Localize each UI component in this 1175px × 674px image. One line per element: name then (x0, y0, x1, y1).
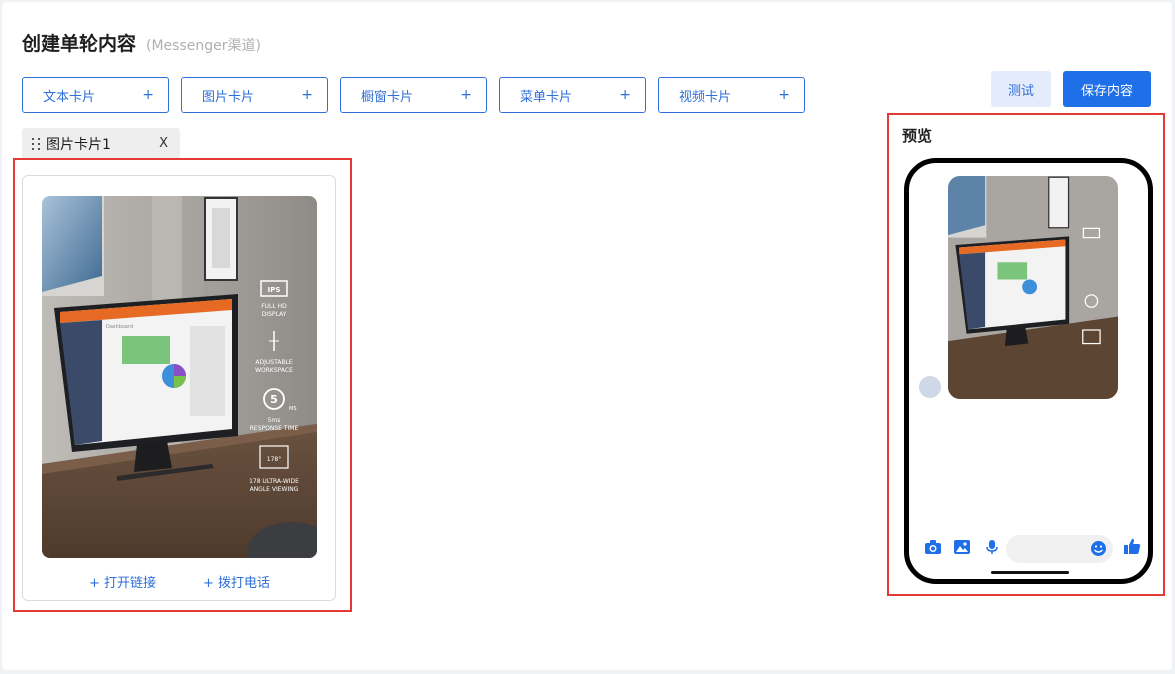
five-ms-text: 5ms (268, 417, 281, 424)
angle-badge: 178° (267, 456, 281, 463)
microphone-icon[interactable] (986, 539, 998, 559)
add-video-card-label: 视频卡片 (679, 89, 732, 105)
plus-icon: + (460, 87, 472, 103)
page: 创建单轮内容 (Messenger渠道) 文本卡片 + 图片卡片 + 橱窗卡片 … (2, 2, 1172, 670)
close-icon[interactable]: X (159, 136, 168, 151)
tab-image-card-1[interactable]: 图片卡片1 X (22, 128, 180, 160)
full-hd-text: FULL HD (261, 303, 287, 310)
plus-icon: + (619, 87, 631, 103)
test-button[interactable]: 测试 (991, 71, 1051, 107)
add-text-card-label: 文本卡片 (43, 89, 96, 105)
workspace-text: WORKSPACE (255, 367, 293, 374)
ms-unit: MS (289, 406, 297, 412)
page-subtitle: (Messenger渠道) (146, 38, 261, 54)
add-showcase-card-label: 橱窗卡片 (361, 89, 414, 105)
add-image-card-label: 图片卡片 (202, 89, 255, 105)
add-menu-card-label: 菜单卡片 (520, 89, 573, 105)
emoji-icon[interactable] (1090, 540, 1107, 561)
add-showcase-card-button[interactable]: 橱窗卡片 + (340, 77, 487, 113)
monitor-photo: IPS FULL HD DISPLAY ADJUSTABLE WORKSPACE… (42, 196, 317, 558)
five-digit: 5 (270, 393, 278, 406)
add-text-card-button[interactable]: 文本卡片 + (22, 77, 169, 113)
adjustable-text: ADJUSTABLE (255, 359, 292, 366)
add-menu-card-button[interactable]: 菜单卡片 + (499, 77, 646, 113)
plus-icon: + (778, 87, 790, 103)
plus-icon: + (142, 87, 154, 103)
home-indicator (991, 571, 1069, 574)
thumbs-up-icon[interactable] (1123, 537, 1141, 559)
avatar (919, 376, 941, 398)
drag-handle-icon[interactable] (32, 138, 41, 150)
header: 创建单轮内容 (Messenger渠道) (22, 29, 261, 56)
preview-monitor-photo (948, 176, 1118, 399)
plus-icon: + (301, 87, 313, 103)
response-time-text: RESPONSE TIME (250, 425, 299, 432)
ips-badge: IPS (268, 286, 281, 294)
phone-preview (904, 158, 1153, 584)
preview-title: 预览 (902, 127, 933, 145)
angle-viewing-text: ANGLE VIEWING (250, 486, 299, 493)
tab-label: 图片卡片1 (46, 137, 111, 153)
open-link-button[interactable]: + 打开链接 (89, 572, 156, 591)
image-icon[interactable] (953, 539, 971, 559)
page-title: 创建单轮内容 (22, 33, 137, 55)
image-card-editor: IPS FULL HD DISPLAY ADJUSTABLE WORKSPACE… (22, 175, 336, 601)
dashboard-text: Dashboard (106, 324, 133, 330)
preview-image-bubble (948, 176, 1118, 399)
add-video-card-button[interactable]: 视频卡片 + (658, 77, 805, 113)
card-image[interactable]: IPS FULL HD DISPLAY ADJUSTABLE WORKSPACE… (42, 196, 317, 558)
save-content-button[interactable]: 保存内容 (1063, 71, 1151, 107)
camera-icon[interactable] (924, 539, 942, 559)
add-image-card-button[interactable]: 图片卡片 + (181, 77, 328, 113)
ultra-wide-text: 178 ULTRA-WIDE (249, 478, 299, 485)
display-text: DISPLAY (262, 311, 287, 318)
call-phone-button[interactable]: + 拨打电话 (203, 572, 270, 591)
